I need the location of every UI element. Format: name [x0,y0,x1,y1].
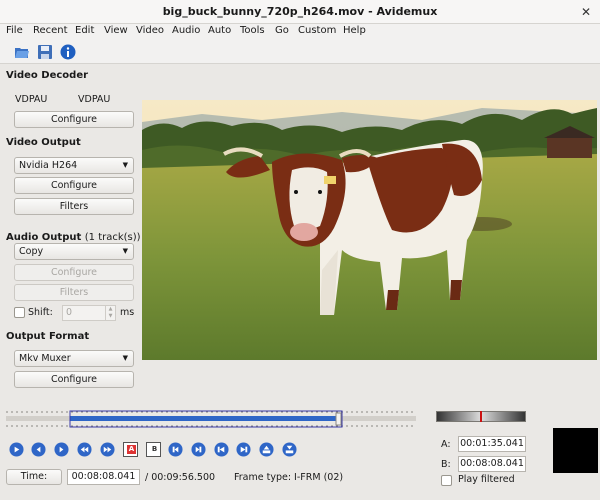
play-filtered-checkbox[interactable] [441,475,452,486]
menu-video[interactable]: Video [136,25,164,36]
set-marker-b-icon: B [151,445,158,453]
timeline-track[interactable] [6,408,416,430]
audio-filters-button[interactable]: Filters [14,284,134,301]
menu-bar: File Recent Edit View Video Audio Auto T… [0,24,600,40]
marker-a-time[interactable]: 00:01:35.041 [458,436,526,452]
marker-b-time[interactable]: 00:08:08.041 [458,456,526,472]
audio-configure-button[interactable]: Configure [14,264,134,281]
menu-file[interactable]: File [6,25,23,36]
video-preview [142,100,597,360]
first-frame-icon[interactable] [214,442,229,457]
video-codec-value: Nvidia H264 [19,160,78,171]
video-configure-button[interactable]: Configure [14,177,134,194]
last-frame-icon[interactable] [236,442,251,457]
info-icon[interactable] [60,44,76,60]
next-black-icon[interactable] [191,442,206,457]
menu-custom[interactable]: Custom [298,25,336,36]
save-disk-icon[interactable] [37,44,53,60]
mini-preview [553,428,598,473]
shift-unit: ms [120,307,135,318]
play-filtered-label: Play filtered [458,474,515,485]
decoder-right-label: VDPAU [78,94,111,105]
audio-output-title: Audio Output [6,232,82,243]
set-marker-a-button[interactable]: A [123,442,138,457]
toolbar [0,40,600,64]
menu-recent[interactable]: Recent [33,25,68,36]
set-marker-b-button[interactable]: B [146,442,161,457]
muxer-select[interactable]: Mkv Muxer ▼ [14,350,134,367]
menu-edit[interactable]: Edit [75,25,94,36]
time-button[interactable]: Time: [6,469,62,485]
video-output-heading: Video Output [6,137,81,148]
shift-label: Shift: [28,307,53,318]
video-codec-select[interactable]: Nvidia H264 ▼ [14,157,134,174]
timeline-slider[interactable] [6,408,416,430]
menu-audio[interactable]: Audio [172,25,200,36]
audio-codec-select[interactable]: Copy ▼ [14,243,134,260]
goto-b-icon[interactable] [282,442,297,457]
chevron-down-icon: ▼ [122,247,128,255]
next-keyframe-icon[interactable] [100,442,115,457]
chevron-down-icon: ▼ [122,354,128,362]
set-marker-a-icon: A [127,445,136,454]
goto-a-icon[interactable] [259,442,274,457]
spin-arrows-icon[interactable]: ▲ ▼ [105,306,115,320]
decoder-configure-button[interactable]: Configure [14,111,134,128]
rewind-icon[interactable] [31,442,46,457]
volume-slider[interactable] [436,411,526,422]
forward-icon[interactable] [54,442,69,457]
play-icon[interactable] [9,442,24,457]
chevron-down-icon: ▼ [122,161,128,169]
prev-keyframe-icon[interactable] [77,442,92,457]
audio-track-count: (1 track(s)) [84,232,141,243]
muxer-value: Mkv Muxer [19,353,71,364]
menu-tools[interactable]: Tools [240,25,265,36]
shift-spinbox[interactable]: 0 ▲ ▼ [62,305,116,321]
marker-b-label: B: [441,459,451,470]
prev-black-icon[interactable] [168,442,183,457]
open-folder-icon[interactable] [14,44,30,60]
shift-value: 0 [66,307,73,318]
frame-type: Frame type: I-FRM (02) [234,472,344,483]
menu-help[interactable]: Help [343,25,366,36]
volume-marker [480,411,482,422]
window-title: big_buck_bunny_720p_h264.mov - Avidemux [162,5,438,18]
video-filters-button[interactable]: Filters [14,198,134,215]
format-configure-button[interactable]: Configure [14,371,134,388]
shift-checkbox[interactable] [14,307,25,318]
menu-go[interactable]: Go [275,25,289,36]
close-icon[interactable]: ✕ [578,4,594,20]
cow-image [142,100,597,360]
menu-auto[interactable]: Auto [208,25,231,36]
total-time: / 00:09:56.500 [145,472,216,483]
output-format-heading: Output Format [6,331,90,342]
window-titlebar: big_buck_bunny_720p_h264.mov - Avidemux … [0,0,600,24]
menu-view[interactable]: View [104,25,128,36]
marker-a-label: A: [441,439,451,450]
decoder-left-label: VDPAU [15,94,48,105]
audio-output-heading: Audio Output (1 track(s)) [6,232,141,243]
video-decoder-heading: Video Decoder [6,70,89,81]
current-time-field[interactable]: 00:08:08.041 [67,469,140,485]
audio-codec-value: Copy [19,246,44,257]
